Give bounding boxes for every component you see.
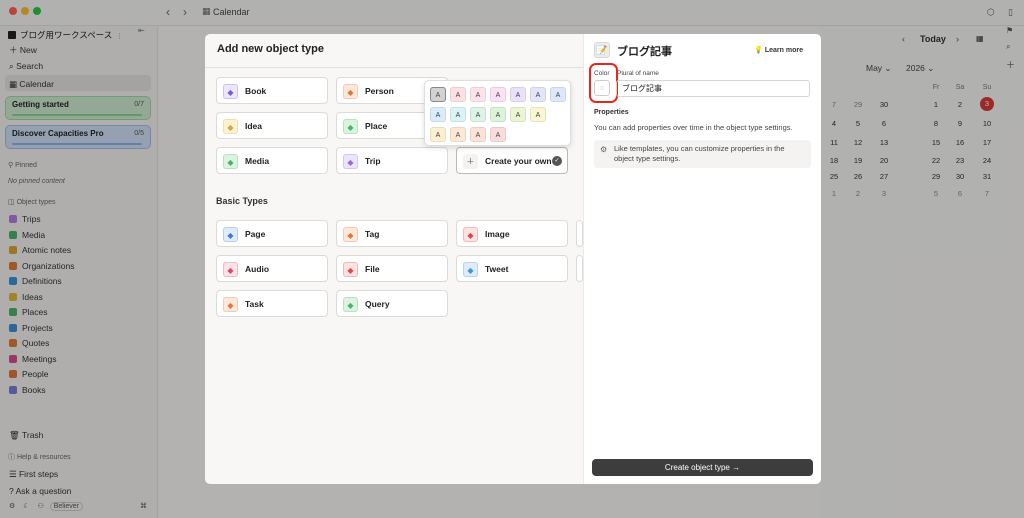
person-icon: ◆ [343,84,358,99]
color-swatch[interactable]: A [510,87,526,102]
type-option-clipped[interactable] [576,220,583,247]
color-swatch[interactable]: A [450,107,466,122]
type-label: Book [245,86,267,96]
color-swatch[interactable]: A [430,127,446,142]
tweet-icon: ◆ [463,262,478,277]
query-icon: ◆ [343,297,358,312]
type-option-file[interactable]: ◆ File [336,255,448,282]
pin-icon: ◆ [343,119,358,134]
audio-icon: ◆ [223,262,238,277]
modal-title: Add new object type [217,43,324,55]
color-swatch[interactable]: A [450,127,466,142]
properties-text: You can add properties over time in the … [594,123,793,132]
type-option-query[interactable]: ◆ Query [336,290,448,317]
type-label: Person [365,86,394,96]
media-icon: ◆ [223,154,238,169]
plural-label: Plural of name [617,70,659,77]
lightbulb-icon: 💡 [754,47,763,54]
color-swatch[interactable]: A [470,107,486,122]
create-object-type-button[interactable]: Create object type → [592,459,813,476]
type-option-image[interactable]: ◆ Image [456,220,568,247]
color-swatch[interactable]: A [530,107,546,122]
type-label: Create your own [485,156,552,166]
type-label: Idea [245,121,263,131]
type-option-create-your-own[interactable]: ＋ Create your own ✓ [456,147,568,174]
type-option-audio[interactable]: ◆ Audio [216,255,328,282]
color-swatch[interactable]: A [490,127,506,142]
learn-more-link[interactable]: 💡 Learn more [754,46,803,54]
type-label: Query [365,299,390,309]
type-label: Trip [365,156,381,166]
type-option-tweet[interactable]: ◆ Tweet [456,255,568,282]
luggage-icon: ◆ [343,154,358,169]
basic-types-heading: Basic Types [216,196,268,206]
color-swatch[interactable]: A [470,87,486,102]
color-swatch[interactable]: A [430,107,446,122]
gear-icon: ⚙ [600,145,608,154]
type-label: Image [485,229,510,239]
plural-name-input[interactable]: ブログ記事 [616,80,810,97]
type-label: Place [365,121,388,131]
color-swatch[interactable]: A [430,87,446,102]
type-option-book[interactable]: ◆ Book [216,77,328,104]
check-icon: ✓ [552,156,562,166]
book-icon: ◆ [223,84,238,99]
type-label: Media [245,156,270,166]
highlight-ring [589,63,618,103]
plus-icon: ＋ [463,154,478,169]
app-window: ‹ › ▦ Calendar ⬡ ▯ ブログ用ワークスペース ⋮ ⇤ ＋ New … [0,0,1024,518]
object-type-emoji[interactable]: 📝 [594,42,610,58]
page-icon: ◆ [223,227,238,242]
object-type-title: ブログ記事 [617,46,672,58]
type-option-idea[interactable]: ◆ Idea [216,112,328,139]
object-type-preview-panel: 📝 ブログ記事 💡 Learn more Color Plural of nam… [583,34,821,484]
type-option-media[interactable]: ◆ Media [216,147,328,174]
type-option-clipped[interactable] [576,255,583,282]
task-icon: ◆ [223,297,238,312]
type-label: File [365,264,380,274]
type-label: Tweet [485,264,509,274]
type-label: Page [245,229,266,239]
image-icon: ◆ [463,227,478,242]
color-swatch[interactable]: A [490,87,506,102]
color-swatch[interactable]: A [470,127,486,142]
color-picker-popup: AAAAAAAAAAAAAAAAA [424,80,571,146]
type-label: Tag [365,229,380,239]
color-swatch[interactable]: A [550,87,566,102]
divider [205,67,583,68]
file-icon: ◆ [343,262,358,277]
lightbulb-icon: ◆ [223,119,238,134]
properties-tip: ⚙ Like templates, you can customize prope… [594,140,811,168]
color-swatch[interactable]: A [510,107,526,122]
learn-more-label: Learn more [764,47,803,54]
type-option-page[interactable]: ◆ Page [216,220,328,247]
tip-text: Like templates, you can customize proper… [614,144,785,163]
type-label: Audio [245,264,270,274]
type-option-tag[interactable]: ◆ Tag [336,220,448,247]
color-swatch[interactable]: A [450,87,466,102]
type-label: Task [245,299,264,309]
tag-icon: ◆ [343,227,358,242]
color-swatch[interactable]: A [530,87,546,102]
type-option-trip[interactable]: ◆ Trip [336,147,448,174]
color-swatch[interactable]: A [490,107,506,122]
type-option-task[interactable]: ◆ Task [216,290,328,317]
properties-heading: Properties [594,109,629,116]
